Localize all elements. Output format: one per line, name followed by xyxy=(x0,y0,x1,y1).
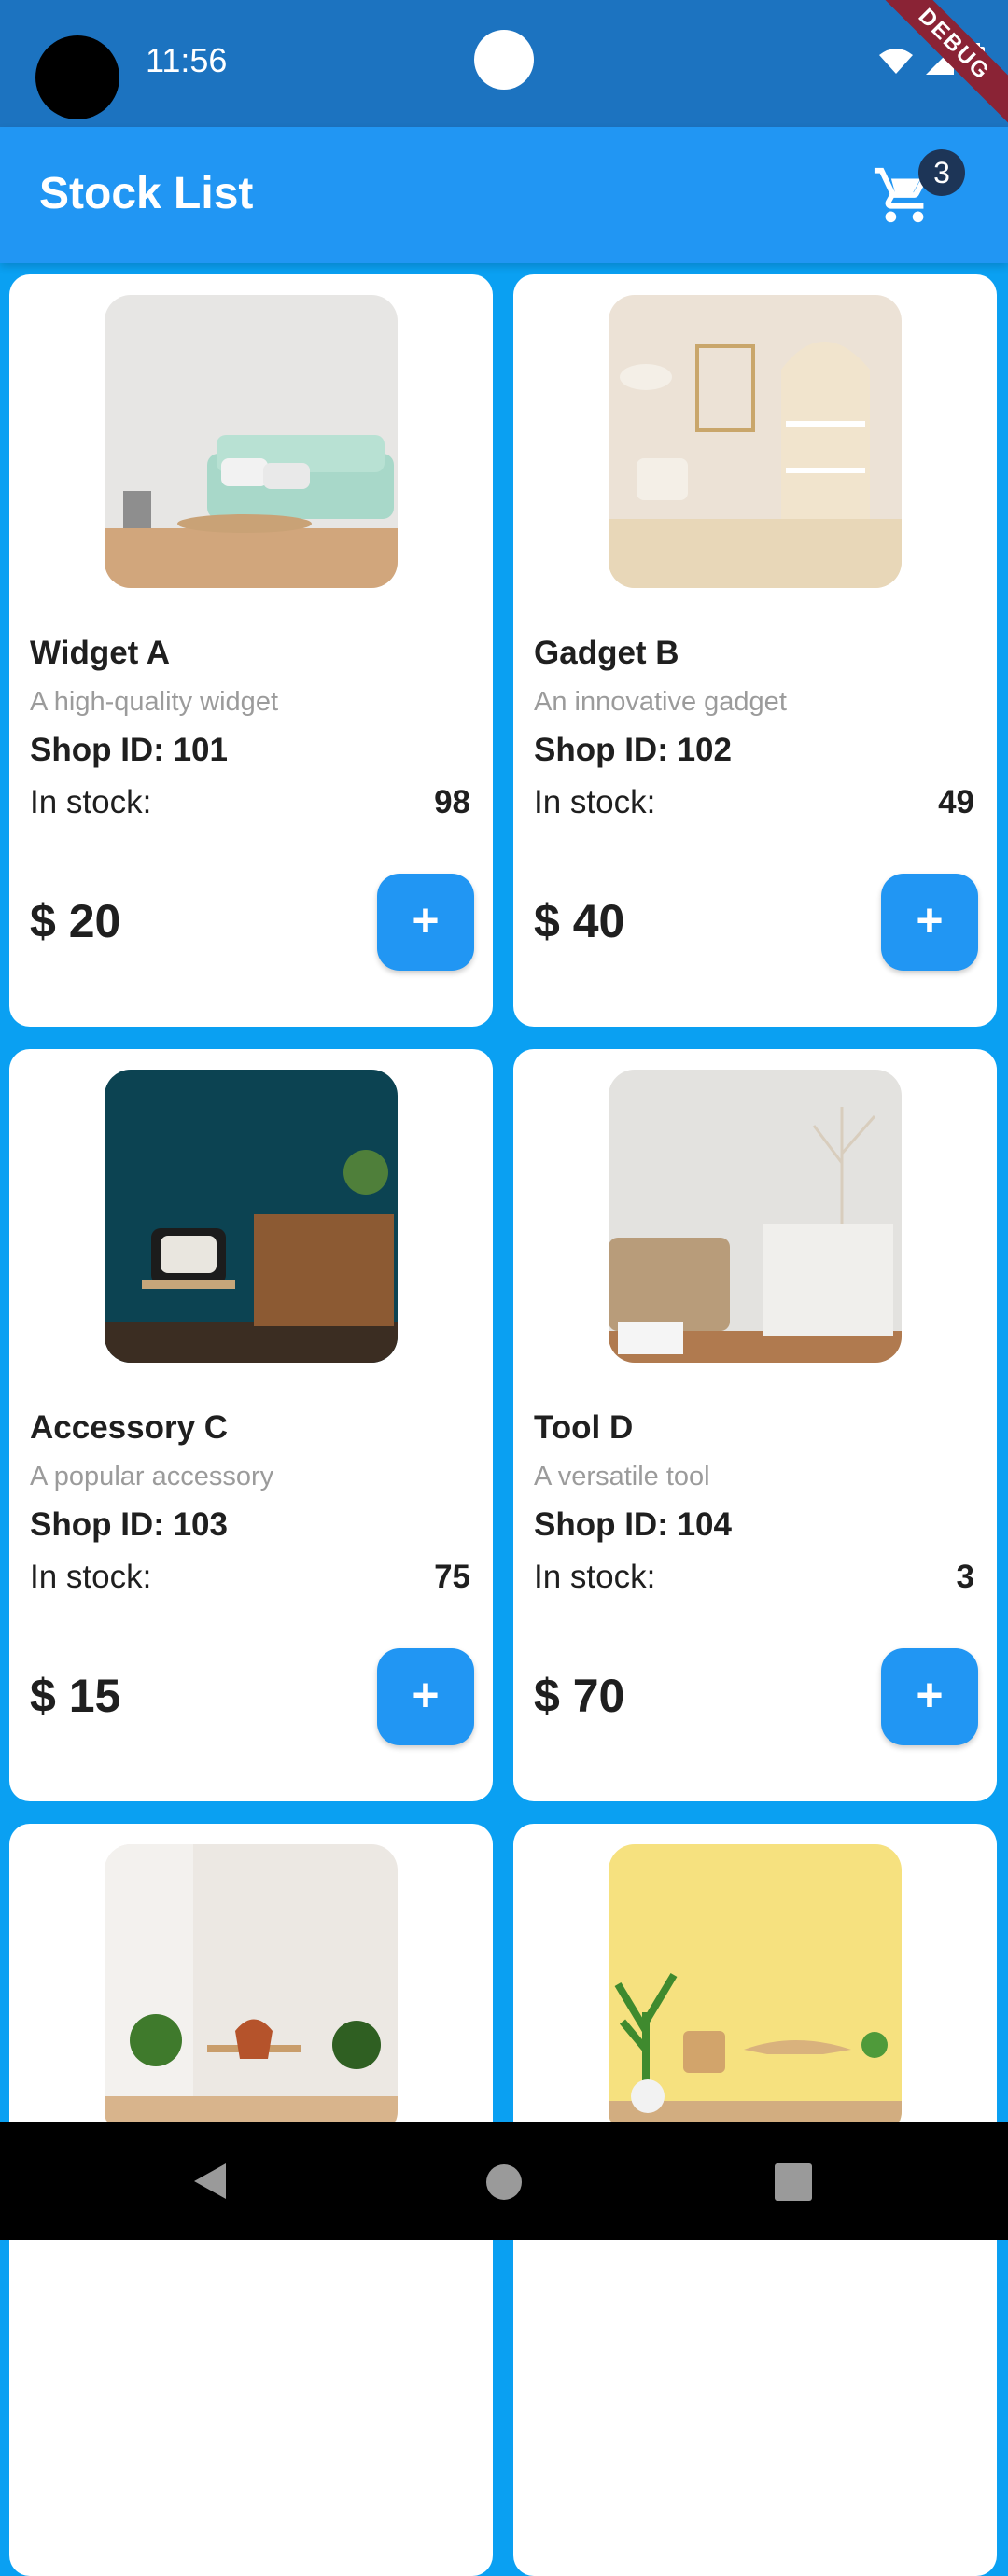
product-description: An innovative gadget xyxy=(534,687,787,717)
product-image xyxy=(609,1070,902,1363)
product-shop-id: Shop ID: 101 xyxy=(30,732,228,768)
product-shop-id: Shop ID: 102 xyxy=(534,732,732,768)
product-price: $ 20 xyxy=(30,895,121,947)
cart-count-badge: 3 xyxy=(918,149,965,196)
stock-value: 3 xyxy=(956,1559,974,1595)
add-to-cart-button[interactable]: + xyxy=(881,874,978,971)
add-to-cart-button[interactable]: + xyxy=(881,1648,978,1745)
product-price: $ 40 xyxy=(534,895,625,947)
camera-cutout xyxy=(35,35,119,119)
product-image xyxy=(609,1844,902,2137)
add-to-cart-button[interactable]: + xyxy=(377,874,474,971)
add-to-cart-button[interactable]: + xyxy=(377,1648,474,1745)
stock-label: In stock: xyxy=(534,784,656,820)
product-card[interactable]: Widget A A high-quality widget Shop ID: … xyxy=(9,274,493,1027)
product-image xyxy=(609,295,902,588)
wifi-icon xyxy=(879,49,913,74)
product-image xyxy=(105,1844,398,2137)
product-description: A popular accessory xyxy=(30,1462,274,1491)
stock-value: 75 xyxy=(434,1559,470,1595)
stock-value: 49 xyxy=(938,784,974,820)
product-shop-id: Shop ID: 104 xyxy=(534,1506,732,1543)
product-description: A versatile tool xyxy=(534,1462,710,1491)
page-title: Stock List xyxy=(39,169,254,218)
product-name: Accessory C xyxy=(30,1409,229,1446)
stock-label: In stock: xyxy=(30,1559,152,1595)
status-notification-dot xyxy=(474,30,534,90)
product-name: Gadget B xyxy=(534,635,679,671)
product-name: Tool D xyxy=(534,1409,634,1446)
stock-value: 98 xyxy=(434,784,470,820)
recents-icon[interactable] xyxy=(775,2163,812,2201)
home-icon[interactable] xyxy=(485,2163,523,2201)
product-shop-id: Shop ID: 103 xyxy=(30,1506,228,1543)
product-description: A high-quality widget xyxy=(30,687,278,717)
stock-label: In stock: xyxy=(534,1559,656,1595)
product-card[interactable]: Gadget B An innovative gadget Shop ID: 1… xyxy=(513,274,997,1027)
product-price: $ 70 xyxy=(534,1670,625,1722)
system-nav-bar xyxy=(0,2122,1008,2240)
product-image xyxy=(105,295,398,588)
stock-label: In stock: xyxy=(30,784,152,820)
product-price: $ 15 xyxy=(30,1670,121,1722)
product-name: Widget A xyxy=(30,635,171,671)
app-bar: Stock List 3 xyxy=(0,127,1008,263)
status-time: 11:56 xyxy=(146,41,228,79)
status-bar: 11:56 DEBUG xyxy=(0,0,1008,143)
back-icon[interactable] xyxy=(190,2162,230,2201)
product-image xyxy=(105,1070,398,1363)
product-card[interactable]: Tool D A versatile tool Shop ID: 104 In … xyxy=(513,1049,997,1801)
product-card[interactable]: Accessory C A popular accessory Shop ID:… xyxy=(9,1049,493,1801)
